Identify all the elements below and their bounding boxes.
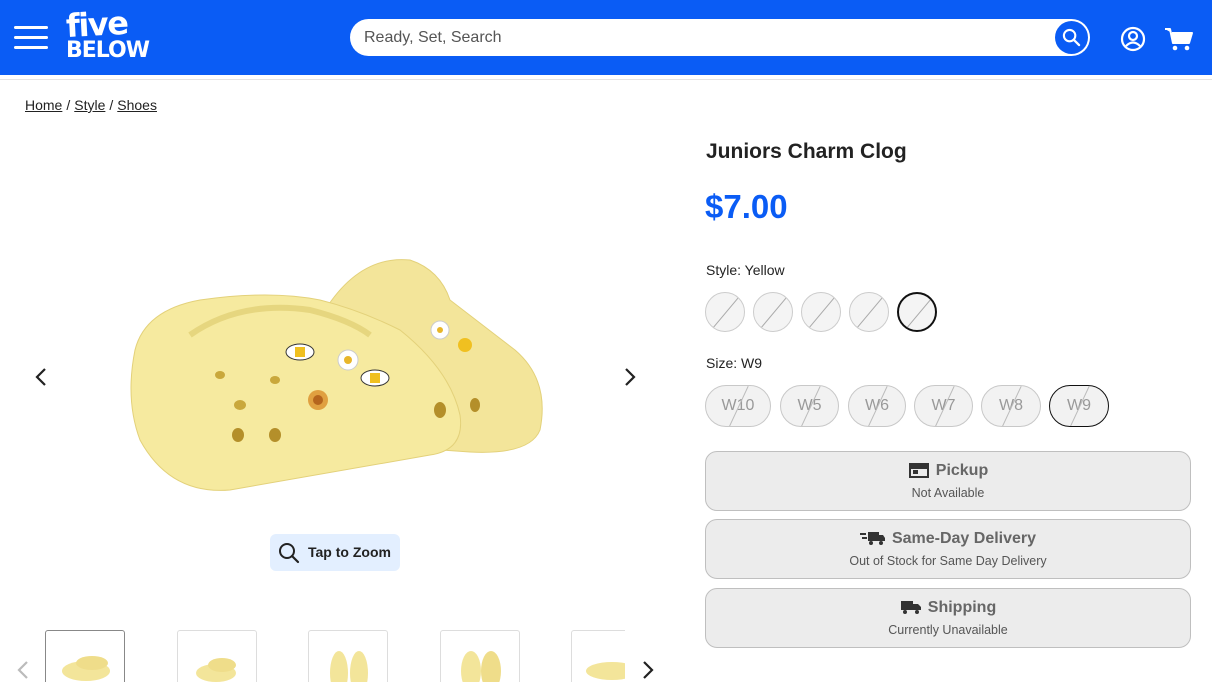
search-icon (1062, 28, 1081, 47)
breadcrumb: Home / Style / Shoes (25, 97, 157, 113)
site-header: five BELOW (0, 0, 1212, 75)
thumbnail[interactable] (440, 630, 520, 682)
style-label-text: Style: (706, 262, 742, 278)
breadcrumb-shoes[interactable]: Shoes (117, 97, 157, 113)
thumbnail[interactable] (571, 630, 625, 682)
thumb-next-arrow[interactable] (635, 658, 659, 682)
same-day-delivery-option[interactable]: Same-Day Delivery Out of Stock for Same … (705, 519, 1191, 579)
style-swatch[interactable] (849, 292, 889, 332)
size-option-w7[interactable]: W7 (914, 385, 973, 427)
shipping-title: Shipping (927, 599, 997, 616)
style-swatch-selected[interactable] (897, 292, 937, 332)
thumbnail-image (461, 651, 501, 682)
size-option-w10[interactable]: W10 (705, 385, 771, 427)
product-title: Juniors Charm Clog (706, 140, 907, 163)
pickup-option[interactable]: Pickup Not Available (705, 451, 1191, 511)
size-label-text: Size: (706, 355, 738, 371)
style-swatch[interactable] (753, 292, 793, 332)
search-button[interactable] (1055, 21, 1088, 54)
size-option-w6[interactable]: W6 (848, 385, 906, 427)
size-option-w5[interactable]: W5 (780, 385, 839, 427)
account-icon[interactable] (1120, 26, 1146, 52)
thumb-prev-arrow[interactable] (12, 658, 36, 682)
thumbnail[interactable] (45, 630, 125, 682)
five-below-logo[interactable]: five BELOW (65, 4, 150, 64)
tap-to-zoom-button[interactable]: Tap to Zoom (270, 534, 400, 571)
search-input[interactable] (364, 19, 1044, 56)
style-swatch[interactable] (705, 292, 745, 332)
size-option-w9[interactable]: W9 (1049, 385, 1109, 427)
style-swatch[interactable] (801, 292, 841, 332)
search-bar (350, 19, 1090, 56)
thumbnail-strip (45, 630, 625, 682)
pickup-title: Pickup (935, 462, 989, 479)
same-day-status: Out of Stock for Same Day Delivery (849, 554, 1047, 568)
pickup-status: Not Available (911, 486, 985, 500)
product-image[interactable] (120, 240, 560, 510)
menu-icon[interactable] (14, 24, 50, 50)
image-prev-arrow[interactable] (30, 365, 54, 389)
thumbnail-image (330, 651, 368, 682)
zoom-label: Tap to Zoom (308, 544, 391, 560)
thumbnail[interactable] (177, 630, 257, 682)
breadcrumb-style[interactable]: Style (74, 97, 105, 113)
magnifier-icon (279, 543, 300, 564)
product-price: $7.00 (705, 188, 788, 225)
thumbnail-image (586, 662, 625, 680)
shipping-status: Currently Unavailable (888, 623, 1008, 637)
fast-delivery-icon (859, 532, 885, 545)
breadcrumb-home[interactable]: Home (25, 97, 62, 113)
header-divider (0, 79, 1212, 80)
thumbnail-image (196, 658, 236, 682)
store-icon (908, 463, 929, 478)
shipping-option[interactable]: Shipping Currently Unavailable (705, 588, 1191, 648)
image-next-arrow[interactable] (617, 365, 641, 389)
size-value: W9 (741, 355, 763, 371)
thumbnail[interactable] (308, 630, 388, 682)
style-label: Style: Yellow (706, 262, 785, 278)
same-day-title: Same-Day Delivery (891, 530, 1037, 547)
cart-icon[interactable] (1164, 26, 1194, 52)
style-value: Yellow (744, 262, 785, 278)
truck-icon (900, 601, 921, 614)
thumbnail-image (62, 656, 110, 681)
size-label: Size: W9 (706, 355, 762, 371)
size-option-w8[interactable]: W8 (981, 385, 1041, 427)
logo-line-1: five (65, 3, 129, 45)
